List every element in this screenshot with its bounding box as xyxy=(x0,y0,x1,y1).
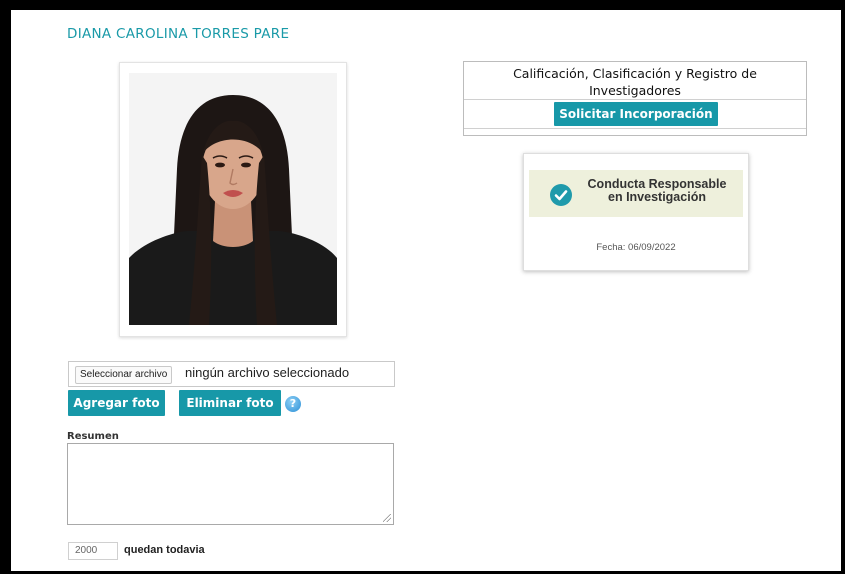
divider xyxy=(464,99,806,100)
choose-file-button[interactable]: Seleccionar archivo xyxy=(75,366,173,384)
photo-file-input[interactable]: Seleccionar archivo ningún archivo selec… xyxy=(68,361,395,387)
divider xyxy=(464,128,806,129)
researcher-registry-box: Calificación, Clasificación y Registro d… xyxy=(463,61,807,136)
registry-title: Calificación, Clasificación y Registro d… xyxy=(464,65,806,99)
characters-remaining-field: 2000 xyxy=(68,542,118,560)
profile-photo-card xyxy=(119,62,347,337)
badge-title-line2: en Investigación xyxy=(608,190,706,204)
file-status-text: ningún archivo seleccionado xyxy=(185,365,350,380)
characters-remaining-label: quedan todavia xyxy=(124,544,205,556)
profile-panel: DIANA CAROLINA TORRES PARE Seleccionar a… xyxy=(11,10,841,571)
badge-banner: Conducta Responsable en Investigación xyxy=(529,170,743,217)
request-incorporation-button[interactable]: Solicitar Incorporación xyxy=(554,102,718,126)
badge-title: Conducta Responsable en Investigación xyxy=(577,178,737,204)
check-circle-icon xyxy=(550,184,572,206)
summary-textarea[interactable] xyxy=(67,443,394,525)
researcher-name: DIANA CAROLINA TORRES PARE xyxy=(67,26,290,42)
registry-title-line1: Calificación, Clasificación y Registro d… xyxy=(513,66,757,81)
profile-photo xyxy=(129,73,337,325)
summary-label: Resumen xyxy=(67,431,119,442)
add-photo-button[interactable]: Agregar foto xyxy=(68,390,165,416)
badge-date: Fecha: 06/09/2022 xyxy=(596,242,676,253)
responsible-conduct-badge: Conducta Responsable en Investigación Fe… xyxy=(523,153,749,271)
resize-grip-icon[interactable] xyxy=(383,514,391,522)
registry-title-line2: Investigadores xyxy=(589,83,681,98)
delete-photo-button[interactable]: Eliminar foto xyxy=(179,390,281,416)
question-circle-icon[interactable]: ? xyxy=(285,396,301,412)
